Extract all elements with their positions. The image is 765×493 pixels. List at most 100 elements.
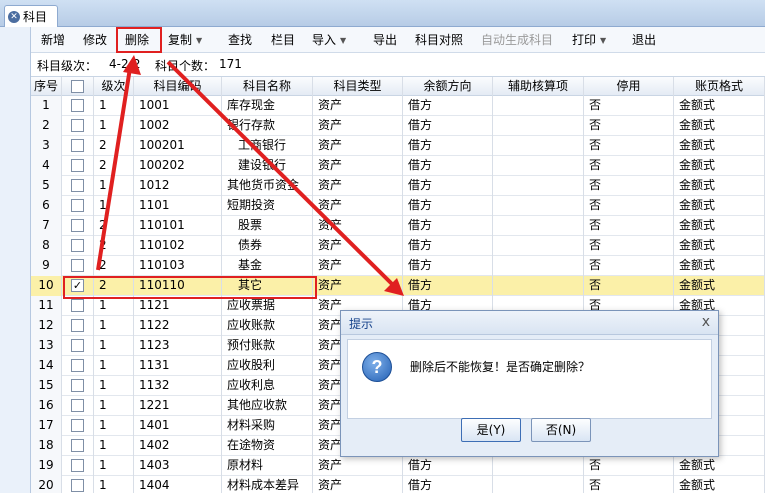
row-checkbox-cell[interactable]	[62, 416, 94, 436]
row-checkbox[interactable]	[71, 359, 84, 372]
row-checkbox-cell[interactable]	[62, 136, 94, 156]
row-checkbox-cell[interactable]	[62, 116, 94, 136]
auto-generate-button[interactable]: 自动生成科目	[481, 32, 553, 48]
print-button[interactable]: 打印 ▼	[572, 32, 606, 48]
row-checkbox[interactable]	[71, 299, 84, 312]
col-disabled[interactable]: 停用	[584, 77, 674, 97]
row-checkbox-cell[interactable]	[62, 236, 94, 256]
columns-button[interactable]: 栏目	[271, 32, 295, 48]
row-checkbox-cell[interactable]	[62, 256, 94, 276]
no-button[interactable]: 否(N)	[531, 418, 591, 442]
row-checkbox-cell[interactable]	[62, 436, 94, 456]
row-checkbox[interactable]	[71, 159, 84, 172]
row-checkbox-cell[interactable]	[62, 336, 94, 356]
chevron-down-icon: ▼	[196, 36, 203, 45]
row-checkbox-cell[interactable]	[62, 316, 94, 336]
row-checkbox[interactable]	[71, 119, 84, 132]
tab-subjects[interactable]: ✕ 科目	[4, 5, 58, 27]
close-icon[interactable]: x	[702, 314, 710, 330]
row-disabled: 否	[584, 276, 674, 296]
row-checkbox[interactable]	[71, 239, 84, 252]
close-icon[interactable]: ✕	[8, 10, 20, 23]
row-checkbox[interactable]	[71, 399, 84, 412]
col-select-all[interactable]	[62, 77, 94, 97]
row-checkbox-cell[interactable]	[62, 476, 94, 493]
row-checkbox[interactable]	[71, 199, 84, 212]
exit-button[interactable]: 退出	[632, 32, 656, 48]
tab-label: 科目	[23, 10, 48, 24]
row-direction: 借方	[403, 136, 493, 156]
table-row[interactable]: 19 1 1403 原材料 资产 借方 否金额式	[31, 456, 765, 476]
col-aux[interactable]: 辅助核算项	[493, 77, 584, 97]
table-row[interactable]: 5 1 1012 其他货币资金 资产 借方 否金额式	[31, 176, 765, 196]
table-row[interactable]: 8 2 110102 债券 资产 借方 否金额式	[31, 236, 765, 256]
edit-button[interactable]: 修改	[83, 32, 107, 48]
row-level: 2	[94, 256, 134, 276]
row-checkbox-cell[interactable]	[62, 296, 94, 316]
row-checkbox[interactable]	[71, 339, 84, 352]
col-level[interactable]: 级次	[94, 77, 134, 97]
col-type[interactable]: 科目类型	[313, 77, 403, 97]
col-code[interactable]: 科目编码	[134, 77, 222, 97]
col-name[interactable]: 科目名称	[222, 77, 313, 97]
row-checkbox[interactable]	[71, 219, 84, 232]
row-number: 6	[31, 196, 62, 216]
row-checkbox-cell[interactable]	[62, 356, 94, 376]
row-checkbox-cell[interactable]	[62, 216, 94, 236]
yes-button[interactable]: 是(Y)	[461, 418, 521, 442]
row-checkbox-cell[interactable]	[62, 156, 94, 176]
row-checkbox-cell[interactable]	[62, 376, 94, 396]
row-number: 18	[31, 436, 62, 456]
row-ledger-format: 金额式	[674, 456, 765, 476]
table-row[interactable]: 2 1 1002 银行存款 资产 借方 否金额式	[31, 116, 765, 136]
subject-mapping-button[interactable]: 科目对照	[415, 32, 463, 48]
row-checkbox-cell[interactable]	[62, 396, 94, 416]
row-code: 1404	[134, 476, 222, 493]
row-checkbox[interactable]	[71, 319, 84, 332]
table-header: 序号 级次 科目编码 科目名称 科目类型 余额方向 辅助核算项 停用 账页格式	[31, 76, 765, 97]
col-no[interactable]: 序号	[31, 77, 62, 97]
row-checkbox[interactable]	[71, 459, 84, 472]
row-checkbox[interactable]	[71, 479, 84, 492]
table-row[interactable]: 20 1 1404 材料成本差异 资产 借方 否金额式	[31, 476, 765, 493]
row-number: 11	[31, 296, 62, 316]
col-ledger-format[interactable]: 账页格式	[674, 77, 765, 97]
row-direction: 借方	[403, 196, 493, 216]
row-code: 110101	[134, 216, 222, 236]
row-disabled: 否	[584, 216, 674, 236]
row-name: 股票	[222, 216, 313, 236]
row-checkbox[interactable]	[71, 139, 84, 152]
import-button[interactable]: 导入 ▼	[312, 32, 346, 48]
table-row[interactable]: 4 2 100202 建设银行 资产 借方 否金额式	[31, 156, 765, 176]
row-number: 12	[31, 316, 62, 336]
table-row[interactable]: 3 2 100201 工商银行 资产 借方 否金额式	[31, 136, 765, 156]
left-gutter	[0, 27, 31, 493]
row-checkbox-cell[interactable]	[62, 456, 94, 476]
table-row[interactable]: 9 2 110103 基金 资产 借方 否金额式	[31, 256, 765, 276]
copy-button[interactable]: 复制 ▼	[168, 32, 202, 48]
row-checkbox-cell[interactable]	[62, 96, 94, 116]
col-direction[interactable]: 余额方向	[403, 77, 493, 97]
row-number: 8	[31, 236, 62, 256]
row-checkbox[interactable]	[71, 439, 84, 452]
find-button[interactable]: 查找	[228, 32, 252, 48]
table-row[interactable]: 7 2 110101 股票 资产 借方 否金额式	[31, 216, 765, 236]
table-row[interactable]: 6 1 1101 短期投资 资产 借方 否金额式	[31, 196, 765, 216]
row-number: 16	[31, 396, 62, 416]
row-checkbox[interactable]	[71, 179, 84, 192]
export-button[interactable]: 导出	[373, 32, 397, 48]
select-all-checkbox[interactable]	[71, 80, 84, 93]
add-button[interactable]: 新增	[41, 32, 65, 48]
row-checkbox[interactable]	[71, 419, 84, 432]
row-checkbox-cell[interactable]	[62, 196, 94, 216]
row-disabled: 否	[584, 136, 674, 156]
row-name: 其他应收款	[222, 396, 313, 416]
row-checkbox-cell[interactable]	[62, 176, 94, 196]
row-code: 100201	[134, 136, 222, 156]
table-row[interactable]: 1 1 1001 库存现金 资产 借方否金额式	[31, 96, 765, 116]
row-level: 2	[94, 236, 134, 256]
row-checkbox[interactable]	[71, 259, 84, 272]
row-checkbox[interactable]	[71, 379, 84, 392]
row-checkbox[interactable]	[71, 99, 84, 112]
row-name: 银行存款	[222, 116, 313, 136]
